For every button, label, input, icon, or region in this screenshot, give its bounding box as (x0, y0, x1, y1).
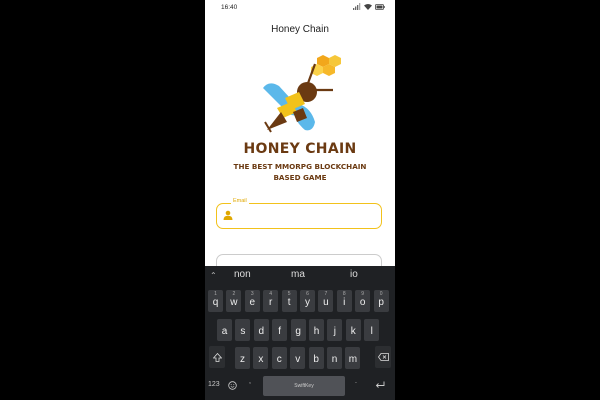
suggestion-3[interactable]: io (350, 269, 358, 280)
swiftkey-brand: SwiftKey (294, 383, 314, 389)
key-o[interactable]: 9o (355, 290, 371, 312)
key-w[interactable]: 2w (226, 290, 242, 312)
key-j[interactable]: j (327, 319, 343, 341)
key-label: a (221, 326, 228, 337)
suggestion-2[interactable]: ma (291, 269, 305, 280)
key-v[interactable]: v (290, 347, 306, 369)
key-label: e (249, 297, 256, 308)
suggestion-bar: ⌃ non ma io (205, 266, 395, 286)
enter-icon (375, 381, 385, 388)
status-bar: 16:40 (205, 0, 395, 16)
key-label: z (240, 354, 245, 365)
suggestion-1[interactable]: non (234, 269, 251, 280)
key-n[interactable]: n (327, 347, 342, 369)
brand-subtitle-line1: THE BEST MMORPG BLOCKCHAIN (233, 162, 367, 171)
key-label: f (278, 326, 282, 337)
status-icons (353, 3, 385, 10)
key-s[interactable]: s (235, 319, 251, 341)
user-icon (223, 210, 233, 220)
key-p[interactable]: 0p (373, 290, 389, 312)
space-key[interactable]: SwiftKey (263, 376, 345, 396)
backspace-key[interactable] (375, 346, 391, 368)
honey-chain-bee-logo (263, 55, 341, 133)
brand-subtitle: THE BEST MMORPG BLOCKCHAIN BASED GAME (225, 161, 375, 183)
key-z[interactable]: z (235, 347, 250, 369)
brand-title: HONEY CHAIN (243, 141, 357, 157)
email-field[interactable]: Email (216, 198, 382, 229)
battery-icon (375, 3, 385, 10)
key-a[interactable]: a (217, 319, 232, 341)
key-e[interactable]: 3e (244, 290, 260, 312)
shift-icon (212, 352, 222, 362)
key-label: c (276, 354, 282, 365)
brand-subtitle-line2: BASED GAME (273, 173, 327, 182)
key-l[interactable]: l (364, 319, 380, 341)
key-y[interactable]: 6y (300, 290, 315, 312)
shift-key[interactable] (209, 346, 225, 368)
key-label: x (258, 354, 264, 365)
comma-key[interactable]: , (249, 378, 251, 385)
key-x[interactable]: x (253, 347, 269, 369)
key-label: b (313, 354, 319, 365)
chevron-expand-icon[interactable]: ⌃ (210, 271, 217, 280)
key-t[interactable]: 5t (281, 290, 297, 312)
key-label: d (258, 326, 265, 337)
key-label: k (350, 326, 356, 337)
key-g[interactable]: g (290, 319, 306, 341)
status-time: 16:40 (221, 4, 238, 11)
backspace-icon (377, 353, 389, 361)
key-i[interactable]: 8i (336, 290, 352, 312)
key-label: s (240, 326, 246, 337)
key-d[interactable]: d (253, 319, 269, 341)
key-label: r (269, 297, 273, 308)
numbers-key[interactable]: 123 (208, 381, 220, 388)
key-q[interactable]: 1q (208, 290, 223, 312)
key-b[interactable]: b (308, 347, 324, 369)
key-label: t (287, 297, 291, 308)
key-label: w (230, 297, 238, 308)
app-bar-title: Honey Chain (271, 24, 329, 35)
phone-screen: 16:40 Honey Chain HONEY CHAIN THE BEST M… (205, 0, 395, 400)
key-label: q (212, 297, 219, 308)
email-input[interactable] (239, 208, 373, 224)
key-u[interactable]: 7u (318, 290, 334, 312)
wifi-icon (364, 4, 372, 10)
key-label: l (370, 326, 373, 337)
key-h[interactable]: h (309, 319, 324, 341)
key-label: i (343, 297, 346, 308)
soft-keyboard: ⌃ non ma io 1q2w3e4r5t6y7u8i9o0p asdfghj… (205, 266, 395, 400)
key-r[interactable]: 4r (263, 290, 279, 312)
emoji-icon (228, 381, 237, 390)
period-key[interactable]: . (355, 378, 357, 385)
key-c[interactable]: c (271, 347, 287, 369)
emoji-key[interactable] (228, 381, 237, 392)
key-label: y (305, 297, 310, 308)
key-k[interactable]: k (345, 319, 361, 341)
key-label: j (333, 326, 336, 337)
email-field-label: Email (231, 198, 249, 204)
key-f[interactable]: f (272, 319, 288, 341)
key-label: n (331, 354, 338, 365)
key-label: v (295, 354, 301, 365)
key-label: o (359, 297, 366, 308)
key-label: m (348, 354, 358, 365)
key-label: g (295, 326, 301, 337)
key-label: h (313, 326, 320, 337)
enter-key[interactable] (375, 381, 385, 391)
key-label: u (323, 297, 329, 308)
signal-icon (353, 3, 361, 10)
key-m[interactable]: m (345, 347, 361, 369)
key-label: p (378, 297, 384, 308)
